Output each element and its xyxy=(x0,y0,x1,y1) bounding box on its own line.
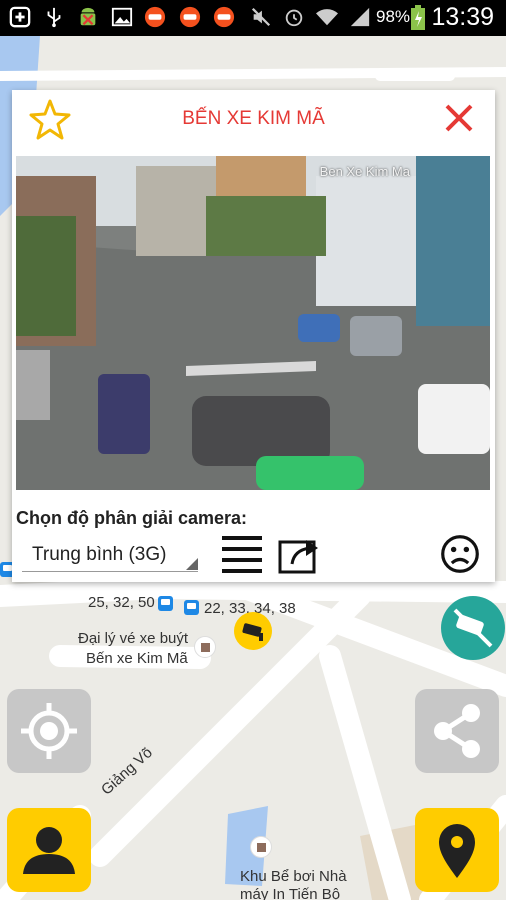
locate-icon xyxy=(21,703,77,759)
plus-icon xyxy=(9,6,31,28)
share-icon xyxy=(434,704,480,758)
traffic-app-icon xyxy=(144,6,166,28)
resolution-label: Chọn độ phân giải camera: xyxy=(16,508,248,528)
list-icon[interactable] xyxy=(220,534,264,574)
share-button[interactable] xyxy=(415,689,499,773)
alarm-icon xyxy=(285,9,303,27)
android-debug-icon xyxy=(80,7,96,26)
mute-icon xyxy=(251,7,271,27)
poi-label-2-line2: máy In Tiến Bộ xyxy=(240,886,341,900)
dropdown-arrow-icon xyxy=(186,558,198,570)
wifi-icon xyxy=(316,9,338,26)
user-icon xyxy=(23,827,75,874)
select-underline xyxy=(22,571,198,572)
dialog-title: BẾN XE KIM MÃ xyxy=(182,108,325,129)
usb-icon xyxy=(47,7,61,28)
resolution-select[interactable]: Trung bình (3G) xyxy=(22,538,198,572)
traffic-app-icon xyxy=(213,6,235,28)
battery-charging-icon xyxy=(411,5,425,30)
signal-icon xyxy=(350,7,370,27)
video-overlay-text: Ben Xe Kim Ma xyxy=(319,164,410,179)
camera-video[interactable]: Ben Xe Kim Ma xyxy=(16,156,490,490)
poi-label-line2: Bến xe Kim Mã xyxy=(86,650,188,667)
bus-stop-icon[interactable] xyxy=(158,596,173,611)
resolution-select-value: Trung bình (3G) xyxy=(32,544,167,565)
camera-dialog: BẾN XE KIM MÃ Ben Xe Kim Ma Chọn độ phân… xyxy=(12,90,495,582)
poi-marker[interactable] xyxy=(250,836,272,858)
clock: 13:39 xyxy=(431,3,494,31)
marker-button[interactable] xyxy=(415,808,499,892)
locate-button[interactable] xyxy=(7,689,91,773)
status-bar: 98% 13:39 xyxy=(0,0,506,36)
sad-face-icon[interactable] xyxy=(438,534,482,574)
poi-label-2-line1: Khu Bể bơi Nhà xyxy=(240,868,347,885)
bus-routes-label: 25, 32, 50 xyxy=(88,594,155,611)
traffic-app-icon xyxy=(179,6,201,28)
bus-stop-icon[interactable] xyxy=(184,600,199,615)
share-screen-icon[interactable] xyxy=(278,534,322,574)
profile-button[interactable] xyxy=(7,808,91,892)
image-icon xyxy=(111,7,133,27)
poi-label-line1: Đại lý vé xe buýt xyxy=(78,630,189,647)
map-pin-icon xyxy=(439,824,475,878)
close-icon[interactable] xyxy=(443,102,475,134)
camera-off-icon[interactable] xyxy=(441,596,505,660)
battery-percent: 98% xyxy=(376,7,411,26)
poi-marker[interactable] xyxy=(194,636,216,658)
camera-marker-icon[interactable] xyxy=(234,612,272,650)
